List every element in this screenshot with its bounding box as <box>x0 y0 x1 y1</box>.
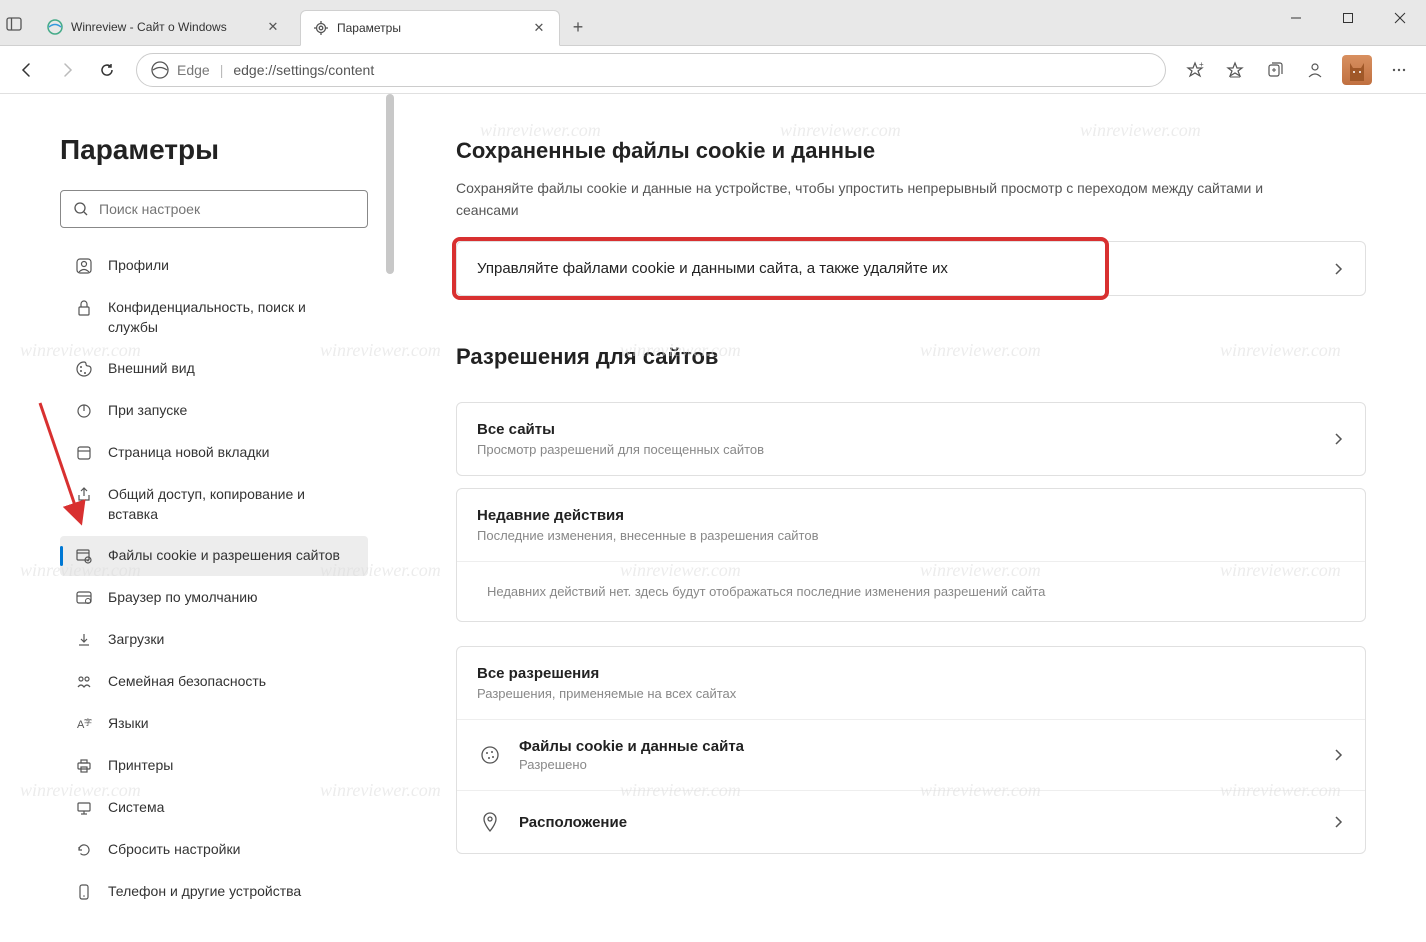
recent-activity-card: Недавние действия Последние изменения, в… <box>456 488 1366 622</box>
nav-profiles[interactable]: Профили <box>60 246 368 286</box>
tab-winreview[interactable]: Winreview - Сайт о Windows ✕ <box>34 9 294 45</box>
location-icon <box>477 809 503 835</box>
power-icon <box>74 401 94 421</box>
manage-cookies-card[interactable]: Управляйте файлами cookie и данными сайт… <box>456 241 1366 296</box>
nav-newtab[interactable]: Страница новой вкладки <box>60 433 368 473</box>
perm-location-row[interactable]: Расположение <box>457 790 1365 853</box>
tab-close-icon[interactable]: ✕ <box>531 20 547 36</box>
cookies-icon <box>74 546 94 566</box>
nav-cookies[interactable]: Файлы cookie и разрешения сайтов <box>60 536 368 576</box>
tab-label: Winreview - Сайт о Windows <box>71 20 259 34</box>
refresh-button[interactable] <box>88 51 126 89</box>
cookie-icon <box>477 742 503 768</box>
page-icon <box>74 443 94 463</box>
forward-button[interactable] <box>48 51 86 89</box>
nav-downloads[interactable]: Загрузки <box>60 620 368 660</box>
back-button[interactable] <box>8 51 46 89</box>
favicon-edge-icon <box>47 19 63 35</box>
profile-icon <box>74 256 94 276</box>
chevron-right-icon <box>1331 748 1345 762</box>
nav-privacy[interactable]: Конфиденциальность, поиск и службы <box>60 288 368 347</box>
new-tab-button[interactable]: + <box>560 9 596 45</box>
toolbar: Edge|edge://settings/content + <box>0 46 1426 94</box>
favicon-gear-icon <box>313 20 329 36</box>
url-text: Edge|edge://settings/content <box>177 62 374 78</box>
maximize-button[interactable] <box>1322 0 1374 37</box>
share-icon <box>74 485 94 505</box>
window-controls <box>1270 0 1426 45</box>
phone-icon <box>74 882 94 902</box>
nav-default-browser[interactable]: Браузер по умолчанию <box>60 578 368 618</box>
cookies-description: Сохраняйте файлы cookie и данные на устр… <box>456 178 1276 221</box>
tab-actions-icon[interactable] <box>0 0 28 45</box>
nav-appearance[interactable]: Внешний вид <box>60 349 368 389</box>
browser-icon <box>74 588 94 608</box>
tab-label: Параметры <box>337 21 525 35</box>
nav-phone[interactable]: Телефон и другие устройства <box>60 872 368 912</box>
star-plus-icon[interactable]: + <box>1176 51 1214 89</box>
profile-avatar[interactable] <box>1342 55 1372 85</box>
chevron-right-icon <box>1331 432 1345 446</box>
title-bar: Winreview - Сайт о Windows ✕ Параметры ✕… <box>0 0 1426 46</box>
palette-icon <box>74 359 94 379</box>
sidebar: Параметры Профили Конфиденциальность, по… <box>0 94 396 942</box>
heading-site-permissions: Разрешения для сайтов <box>456 344 1366 370</box>
search-input[interactable] <box>99 201 355 217</box>
collections-icon[interactable] <box>1256 51 1294 89</box>
all-permissions-card: Все разрешения Разрешения, применяемые н… <box>456 646 1366 854</box>
favorites-icon[interactable] <box>1216 51 1254 89</box>
more-icon[interactable] <box>1380 51 1418 89</box>
minimize-button[interactable] <box>1270 0 1322 37</box>
chevron-right-icon <box>1331 815 1345 829</box>
perm-cookies-row[interactable]: Файлы cookie и данные сайтаРазрешено <box>457 719 1365 790</box>
download-icon <box>74 630 94 650</box>
all-sites-card[interactable]: Все сайты Просмотр разрешений для посеще… <box>456 402 1366 476</box>
recent-activity-empty: Недавних действий нет. здесь будут отобр… <box>457 561 1365 621</box>
chevron-right-icon <box>1331 262 1345 276</box>
nav-printers[interactable]: Принтеры <box>60 746 368 786</box>
search-box[interactable] <box>60 190 368 228</box>
sidebar-scrollbar[interactable] <box>386 94 394 274</box>
svg-text:+: + <box>1199 61 1204 69</box>
tab-close-icon[interactable]: ✕ <box>265 19 281 35</box>
family-icon <box>74 672 94 692</box>
main-content: Сохраненные файлы cookie и данные Сохран… <box>396 94 1426 942</box>
person-icon[interactable] <box>1296 51 1334 89</box>
nav-share[interactable]: Общий доступ, копирование и вставка <box>60 475 368 534</box>
sidebar-title: Параметры <box>60 134 368 166</box>
nav-family[interactable]: Семейная безопасность <box>60 662 368 702</box>
lock-icon <box>74 298 94 318</box>
svg-text:字: 字 <box>84 717 92 727</box>
url-bar[interactable]: Edge|edge://settings/content <box>136 53 1166 87</box>
nav-reset[interactable]: Сбросить настройки <box>60 830 368 870</box>
reset-icon <box>74 840 94 860</box>
nav-system[interactable]: Система <box>60 788 368 828</box>
nav-languages[interactable]: A字Языки <box>60 704 368 744</box>
system-icon <box>74 798 94 818</box>
heading-cookies: Сохраненные файлы cookie и данные <box>456 138 1366 164</box>
nav-startup[interactable]: При запуске <box>60 391 368 431</box>
close-window-button[interactable] <box>1374 0 1426 37</box>
edge-logo-icon <box>151 61 169 79</box>
languages-icon: A字 <box>74 714 94 734</box>
printer-icon <box>74 756 94 776</box>
tab-settings[interactable]: Параметры ✕ <box>300 10 560 46</box>
